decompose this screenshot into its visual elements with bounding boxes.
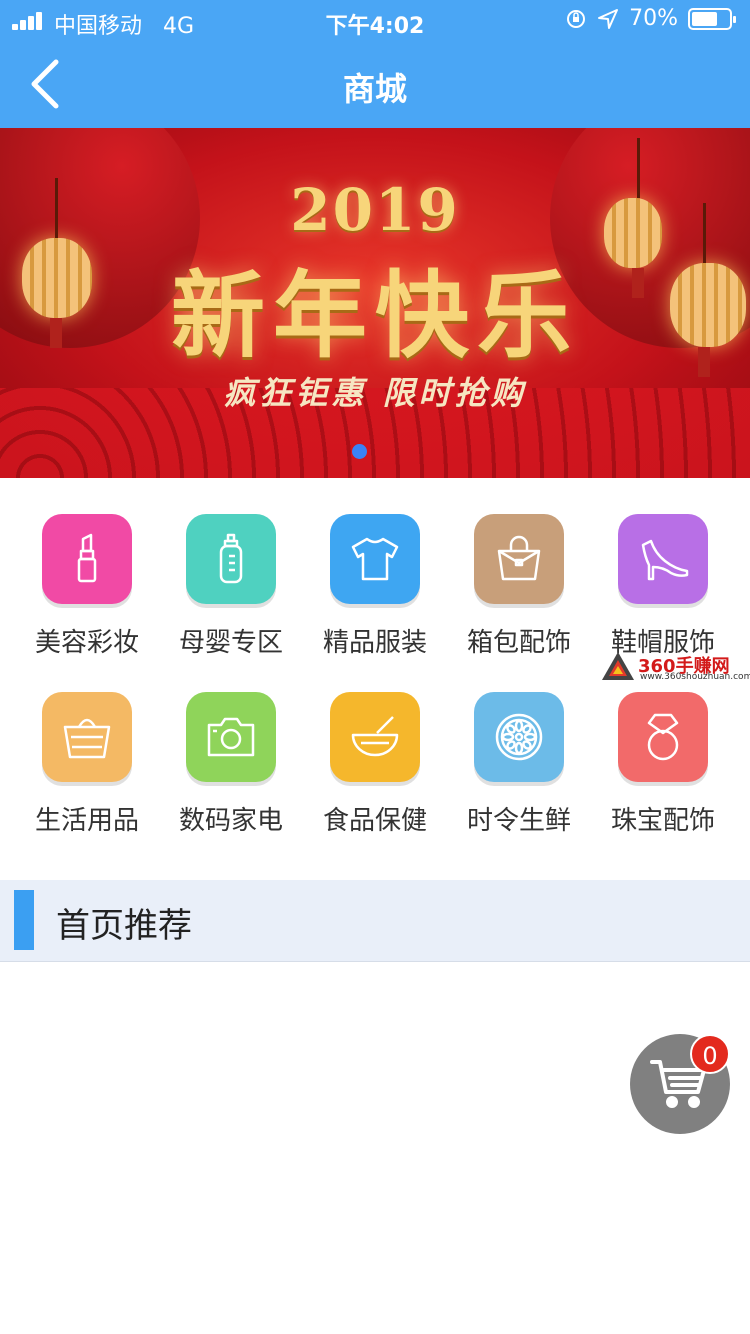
status-right: 70% — [565, 6, 736, 31]
banner-year: 2019 — [290, 176, 460, 244]
category-label: 母婴专区 — [178, 628, 283, 658]
category-tile — [186, 692, 276, 782]
section-title: 首页推荐 — [56, 906, 192, 946]
location-arrow-icon — [598, 8, 619, 29]
handbag-icon — [497, 535, 541, 581]
page-title: 商城 — [342, 70, 407, 108]
section-accent-bar — [14, 890, 34, 950]
orientation-lock-icon — [567, 9, 586, 28]
cart-count-badge: 0 — [690, 1034, 730, 1074]
category-label: 珠宝配饰 — [610, 806, 715, 836]
lipstick-icon — [77, 533, 97, 583]
nav-bar: 商城 — [0, 42, 750, 128]
top-bar: 中国移动 4G 下午4:02 70% 商城 — [0, 0, 750, 128]
category-label: 生活用品 — [34, 806, 139, 836]
category-shoes[interactable]: 鞋帽服饰 — [590, 478, 740, 658]
bowl-icon — [351, 716, 399, 757]
category-tile — [474, 514, 564, 604]
promo-banner[interactable]: 2019 新年快乐 疯狂钜惠 限时抢购 — [0, 128, 750, 478]
watermark-url: www.360shouzhuan.com — [640, 672, 750, 682]
status-bar: 中国移动 4G 下午4:02 70% — [0, 0, 750, 42]
battery-percent: 70% — [629, 6, 678, 31]
section-header: 首页推荐 — [0, 880, 750, 962]
category-household[interactable]: 生活用品 — [14, 656, 164, 836]
category-tile — [618, 514, 708, 604]
category-beauty[interactable]: 美容彩妆 — [14, 478, 164, 658]
category-baby[interactable]: 母婴专区 — [158, 478, 308, 658]
carousel-indicator-active[interactable] — [352, 444, 367, 459]
high-heel-icon — [641, 539, 689, 581]
banner-subtitle: 疯狂钜惠 限时抢购 — [223, 374, 527, 412]
category-label: 食品保健 — [322, 806, 427, 836]
basket-icon — [63, 718, 111, 759]
category-label: 时令生鲜 — [466, 806, 571, 836]
category-label: 美容彩妆 — [34, 628, 139, 658]
citrus-slice-icon — [495, 713, 543, 761]
category-food[interactable]: 食品保健 — [302, 656, 452, 836]
category-fresh[interactable]: 时令生鲜 — [446, 656, 596, 836]
category-tile — [330, 514, 420, 604]
category-label: 数码家电 — [178, 806, 283, 836]
category-tile — [474, 692, 564, 782]
category-tile — [618, 692, 708, 782]
category-label: 箱包配饰 — [466, 628, 571, 658]
category-tile — [42, 514, 132, 604]
watermark: 360手赚网 www.360shouzhuan.com — [600, 650, 750, 684]
category-tile — [42, 692, 132, 782]
watermark-logo-icon — [602, 652, 634, 680]
category-tile — [186, 514, 276, 604]
category-tile — [330, 692, 420, 782]
category-bags[interactable]: 箱包配饰 — [446, 478, 596, 658]
category-clothing[interactable]: 精品服装 — [302, 478, 452, 658]
tshirt-icon — [351, 537, 399, 581]
category-label: 精品服装 — [322, 628, 427, 658]
baby-bottle-icon — [219, 533, 243, 584]
banner-headline: 新年快乐 — [170, 261, 579, 371]
camera-icon — [207, 717, 255, 757]
ring-icon — [647, 713, 679, 761]
category-electronics[interactable]: 数码家电 — [158, 656, 308, 836]
battery-icon — [688, 7, 736, 30]
